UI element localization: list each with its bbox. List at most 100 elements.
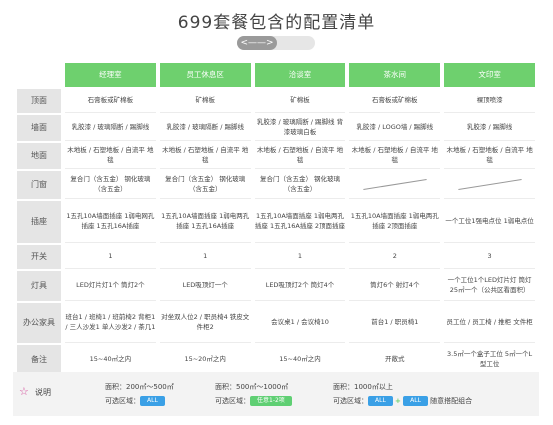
table-row: 插座 1五孔10A墙面插座 1弱电网孔插座 1五孔16A插座 1五孔10A墙面插… xyxy=(17,201,535,243)
combo-note: 随意搭配组合 xyxy=(430,397,473,405)
row-header-sockets: 插座 xyxy=(17,201,61,243)
area-value: 1000㎡以上 xyxy=(354,383,393,391)
table-cell: 班台1 / 班椅1 / 班前椅2 背柜1 / 三人沙发1 单人沙发2 / 茶几1 xyxy=(65,303,156,343)
option-badge-all[interactable]: ALL xyxy=(140,396,165,406)
column-header-pantry: 茶水间 xyxy=(349,63,441,87)
row-header-floor: 地面 xyxy=(17,143,61,169)
table-cell: 矿棉板 xyxy=(159,89,251,113)
table-cell: 复合门（含五金） 钢化玻璃（含五金） xyxy=(65,171,156,199)
column-header-meeting-room: 洽谈室 xyxy=(254,63,346,87)
table-cell: 乳胶漆 / 踢脚线 xyxy=(444,115,535,141)
table-row: 墙面 乳胶漆 / 玻璃隔断 / 踢脚线 乳胶漆 / 玻璃隔断 / 踢脚线 乳胶漆… xyxy=(17,115,535,141)
table-cell: 2 xyxy=(349,245,441,269)
area-line: 面积：200㎡～500㎡ xyxy=(105,380,174,394)
table-cell: 乳胶漆 / LOGO墙 / 踢脚线 xyxy=(349,115,441,141)
table-cell: 3.5㎡一个盒子工位 5㎡一个L型工位 xyxy=(444,345,535,375)
table-cell: 15~20㎡之内 xyxy=(159,345,251,375)
table-cell: 15~40㎡之内 xyxy=(65,345,156,375)
plus-icon: + xyxy=(395,397,401,405)
table-cell: LED吸顶灯一个 xyxy=(159,271,251,301)
table-header-row: 经理室 员工休息区 洽谈室 茶水间 文印室 xyxy=(17,63,535,87)
option-badge-all-2[interactable]: ALL xyxy=(403,396,428,406)
slider-thumb[interactable]: <——> xyxy=(237,36,277,50)
select-line: 可选区域： ALL + ALL 随意搭配组合 xyxy=(333,394,472,408)
table-cell: 员工位 / 员工椅 / 推柜 文件柜 xyxy=(444,303,535,343)
footer-label: 说明 xyxy=(35,388,51,397)
carousel-slider[interactable]: <——> xyxy=(237,36,315,50)
table-cell: 1五孔10A墙面插座 1弱电两孔插座 1五孔16A插座 xyxy=(159,201,251,243)
table-cell: 开敞式 xyxy=(349,345,441,375)
table-cell: 复合门（含五金） 钢化玻璃（含五金） xyxy=(159,171,251,199)
table-cell: 乳胶漆 / 玻璃隔断 / 踢脚线 xyxy=(65,115,156,141)
table-corner xyxy=(17,63,61,87)
table-cell: 乳胶漆 / 玻璃隔断 / 踢脚线 xyxy=(159,115,251,141)
table-cell: 前台1 / 职员椅1 xyxy=(349,303,441,343)
table-cell: 一个工位1强电点位 1弱电点位 xyxy=(444,201,535,243)
table-cell: 筒灯6个 射灯4个 xyxy=(349,271,441,301)
table-cell: 裸顶喷漆 xyxy=(444,89,535,113)
row-header-wall: 墙面 xyxy=(17,115,61,141)
table-row: 顶面 石膏板或矿棉板 矿棉板 矿棉板 石膏板或矿棉板 裸顶喷漆 xyxy=(17,89,535,113)
select-line: 可选区域： ALL xyxy=(105,394,174,408)
row-header-switches: 开关 xyxy=(17,245,61,269)
table-cell-empty xyxy=(444,171,535,199)
area-value: 200㎡～500㎡ xyxy=(126,383,174,391)
table-cell: 木地板 / 石塑地板 / 自流平 地毯 xyxy=(254,143,346,169)
table-cell: 石膏板或矿棉板 xyxy=(349,89,441,113)
area-prefix: 面积： xyxy=(105,383,126,391)
option-badge-any-one-two[interactable]: 任意1-2项 xyxy=(250,396,292,406)
area-block-medium: 面积：500㎡～1000㎡ 可选区域： 任意1-2项 xyxy=(215,380,292,408)
row-header-doors-windows: 门窗 xyxy=(17,171,61,199)
table-cell: 木地板 / 石塑地板 / 自流平 地毯 xyxy=(444,143,535,169)
row-header-lighting: 灯具 xyxy=(17,271,61,301)
table-cell: LED灯片灯1个 筒灯2个 xyxy=(65,271,156,301)
area-prefix: 面积： xyxy=(215,383,236,391)
table-cell: 石膏板或矿棉板 xyxy=(65,89,156,113)
config-table: 经理室 员工休息区 洽谈室 茶水间 文印室 顶面 石膏板或矿棉板 矿棉板 矿棉板… xyxy=(13,61,539,377)
row-header-furniture: 办公家具 xyxy=(17,303,61,343)
area-line: 面积：1000㎡以上 xyxy=(333,380,472,394)
table-row: 灯具 LED灯片灯1个 筒灯2个 LED吸顶灯一个 LED吸顶灯2个 筒灯4个 … xyxy=(17,271,535,301)
select-line: 可选区域： 任意1-2项 xyxy=(215,394,292,408)
table-cell: 矿棉板 xyxy=(254,89,346,113)
table-cell-empty xyxy=(349,171,441,199)
table-row: 地面 木地板 / 石塑地板 / 自流平 地毯 木地板 / 石塑地板 / 自流平 … xyxy=(17,143,535,169)
select-prefix: 可选区域： xyxy=(215,397,250,405)
select-prefix: 可选区域： xyxy=(105,397,140,405)
area-line: 面积：500㎡～1000㎡ xyxy=(215,380,292,394)
not-applicable-slash xyxy=(363,179,427,190)
table-cell: 1 xyxy=(254,245,346,269)
table-cell: 1五孔10A墙面插座 1弱电两孔插座 2顶面插座 xyxy=(349,201,441,243)
star-icon: ☆ xyxy=(19,385,29,398)
table-row: 开关 1 1 1 2 3 xyxy=(17,245,535,269)
option-badge-all[interactable]: ALL xyxy=(368,396,393,406)
select-prefix: 可选区域： xyxy=(333,397,368,405)
table-cell: 15~40㎡之内 xyxy=(254,345,346,375)
table-cell: 复合门（含五金） 钢化玻璃（含五金） xyxy=(254,171,346,199)
table-cell: 木地板 / 石塑地板 / 自流平 地毯 xyxy=(349,143,441,169)
table-row: 门窗 复合门（含五金） 钢化玻璃（含五金） 复合门（含五金） 钢化玻璃（含五金）… xyxy=(17,171,535,199)
table-cell: 对坐双人位2 / 职员椅4 铁皮文件柜2 xyxy=(159,303,251,343)
table-row: 办公家具 班台1 / 班椅1 / 班前椅2 背柜1 / 三人沙发1 单人沙发2 … xyxy=(17,303,535,343)
row-header-notes: 备注 xyxy=(17,345,61,375)
table-cell: 1五孔10A墙面插座 1弱电两孔插座 1五孔16A插座 2顶面插座 xyxy=(254,201,346,243)
table-cell: 3 xyxy=(444,245,535,269)
table-cell: 1 xyxy=(65,245,156,269)
table-cell: 1 xyxy=(159,245,251,269)
table-cell: 会议桌1 / 会议椅10 xyxy=(254,303,346,343)
table-cell: 1五孔10A墙面插座 1弱电网孔插座 1五孔16A插座 xyxy=(65,201,156,243)
area-block-large: 面积：1000㎡以上 可选区域： ALL + ALL 随意搭配组合 xyxy=(333,380,472,408)
area-value: 500㎡～1000㎡ xyxy=(236,383,289,391)
not-applicable-slash xyxy=(458,179,522,190)
column-header-staff-lounge: 员工休息区 xyxy=(159,63,251,87)
page-title: 699套餐包含的配置清单 xyxy=(177,13,376,33)
area-prefix: 面积： xyxy=(333,383,354,391)
table-cell: 一个工位1个LED灯片灯 筒灯25㎡一个（公共区看面积） xyxy=(444,271,535,301)
table-cell: 木地板 / 石塑地板 / 自流平 地毯 xyxy=(159,143,251,169)
table-cell: 乳胶漆 / 玻璃隔断 / 踢脚线 背漆玻璃白板 xyxy=(254,115,346,141)
footer-notes: ☆ 说明 面积：200㎡～500㎡ 可选区域： ALL 面积：500㎡～1000㎡… xyxy=(13,372,539,416)
table-cell: LED吸顶灯2个 筒灯4个 xyxy=(254,271,346,301)
area-block-small: 面积：200㎡～500㎡ 可选区域： ALL xyxy=(105,380,174,408)
row-header-ceiling: 顶面 xyxy=(17,89,61,113)
column-header-manager-room: 经理室 xyxy=(65,63,156,87)
